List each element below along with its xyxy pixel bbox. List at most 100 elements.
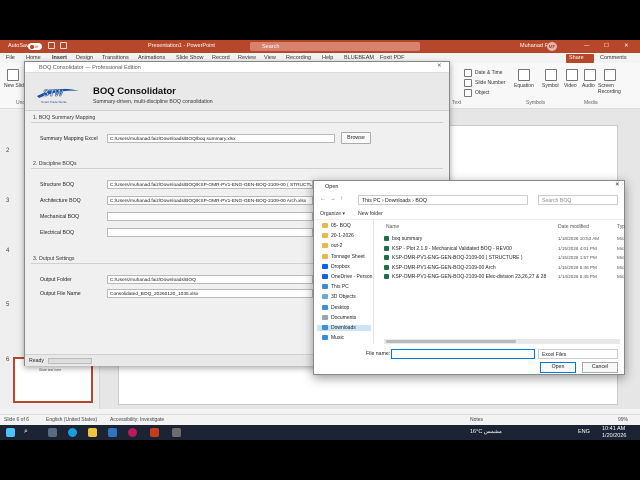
app-icon[interactable] bbox=[172, 428, 181, 437]
file-type-select[interactable]: Excel Files bbox=[538, 349, 618, 359]
maximize-icon[interactable]: ☐ bbox=[604, 43, 609, 49]
nav-item[interactable]: 05- BOQ bbox=[322, 223, 351, 229]
date-time-icon[interactable] bbox=[464, 69, 472, 77]
electrical-boq-field[interactable] bbox=[107, 228, 313, 237]
file-name: KSP-OMR-PV1-ENG-GEN-BOQ-2109-00 Elec-div… bbox=[392, 274, 547, 280]
forward-icon[interactable]: → bbox=[330, 196, 336, 202]
dialog-close-icon[interactable]: ✕ bbox=[615, 182, 620, 188]
windows-start-icon[interactable] bbox=[6, 428, 15, 437]
screen-recording-icon[interactable] bbox=[604, 69, 616, 81]
nav-item[interactable]: Desktop bbox=[322, 304, 349, 311]
nav-item-label: OneDrive - Person bbox=[331, 274, 373, 280]
file-date: 1/14/2026 5:45 PM bbox=[558, 274, 597, 280]
search-icon[interactable]: ⌕ bbox=[24, 428, 28, 436]
horizontal-scrollbar[interactable] bbox=[384, 339, 620, 344]
column-name[interactable]: Name bbox=[386, 224, 399, 230]
audio-icon[interactable] bbox=[584, 69, 596, 81]
mechanical-boq-field[interactable] bbox=[107, 212, 313, 221]
up-icon[interactable]: ↑ bbox=[340, 196, 343, 202]
output-file-field[interactable]: Consolidated_BOQ_20260120_1035.xlsx bbox=[107, 289, 313, 298]
clock-time[interactable]: 10:41 AM bbox=[602, 426, 625, 432]
dialog-command-bar: Organize ▾ New folder bbox=[314, 209, 624, 220]
object-button[interactable]: Object bbox=[475, 90, 489, 96]
nav-item[interactable]: 20-1-2026 bbox=[322, 233, 354, 239]
notes-button[interactable]: Notes bbox=[470, 417, 483, 423]
excel-file-icon bbox=[384, 245, 389, 251]
equation-icon[interactable] bbox=[518, 69, 530, 81]
file-date: 1/15/2026 4:01 PM bbox=[558, 245, 597, 251]
close-icon[interactable]: ✕ bbox=[624, 43, 629, 49]
organize-button[interactable]: Organize ▾ bbox=[320, 211, 345, 217]
file-row[interactable]: KSP-OMR-PV1-ENG-GEN-BOQ-2109-00 Arch bbox=[384, 264, 496, 271]
comments-button[interactable]: Comments bbox=[598, 54, 638, 63]
new-folder-button[interactable]: New folder bbox=[358, 211, 383, 217]
file-row[interactable]: KSP-OMR-PV1-ENG-GEN-BOQ-2109-00 Elec-div… bbox=[384, 274, 546, 280]
language[interactable]: English (United States) bbox=[46, 417, 97, 423]
date-time-button[interactable]: Date & Time bbox=[475, 70, 503, 76]
nav-item[interactable]: OneDrive - Person bbox=[322, 274, 372, 280]
output-folder-label: Output Folder bbox=[40, 277, 72, 283]
video-icon[interactable] bbox=[566, 69, 578, 81]
nav-item[interactable]: 3D Objects bbox=[322, 294, 356, 300]
browse-button[interactable]: Browse bbox=[341, 132, 371, 144]
minimize-icon[interactable]: — bbox=[584, 43, 590, 49]
equation-button[interactable]: Equation bbox=[514, 83, 534, 89]
nav-item[interactable]: Tonnage Sheet bbox=[322, 253, 365, 260]
powerpoint-icon[interactable] bbox=[150, 428, 159, 437]
boq-close-icon[interactable]: ✕ bbox=[437, 63, 442, 69]
slide-number-icon[interactable] bbox=[464, 79, 472, 87]
folder-icon bbox=[322, 304, 328, 310]
new-slide-icon[interactable] bbox=[7, 69, 19, 81]
audio-button[interactable]: Audio bbox=[582, 83, 595, 89]
save-icon[interactable] bbox=[48, 42, 55, 49]
structure-boq-label: Structure BOQ bbox=[40, 182, 75, 188]
video-button[interactable]: Video bbox=[564, 83, 577, 89]
autosave-state: Off bbox=[33, 44, 39, 49]
section-disciplines-title: 2. Discipline BOQs bbox=[33, 161, 77, 167]
dialog-search-input[interactable]: Search BOQ bbox=[538, 195, 618, 205]
symbol-button[interactable]: Symbol bbox=[542, 83, 559, 89]
file-name-input[interactable] bbox=[391, 349, 535, 359]
open-button[interactable]: Open bbox=[540, 362, 576, 373]
nav-item[interactable]: Dropbox bbox=[322, 263, 350, 270]
nav-item[interactable]: This PC bbox=[322, 284, 349, 290]
summary-mapping-field[interactable]: C:/Users/muhanad.faiz/Downloads/BOQ/boq … bbox=[107, 134, 335, 143]
nav-item[interactable]: Music bbox=[322, 335, 344, 341]
file-explorer-icon[interactable] bbox=[88, 428, 97, 437]
accessibility-status[interactable]: Accessibility: Investigate bbox=[110, 417, 164, 423]
avatar[interactable]: MF bbox=[547, 42, 557, 51]
scroll-thumb[interactable] bbox=[386, 340, 516, 343]
column-date[interactable]: Date modified bbox=[558, 224, 589, 230]
column-type[interactable]: Typ bbox=[617, 224, 625, 230]
file-row[interactable]: KSP - Plot 2.1.9 - Mechanical Validated … bbox=[384, 245, 512, 252]
media-icon[interactable] bbox=[128, 428, 137, 437]
nav-item[interactable]: Documents bbox=[322, 314, 356, 321]
cancel-button[interactable]: Cancel bbox=[582, 362, 618, 373]
object-icon[interactable] bbox=[464, 89, 472, 97]
undo-icon[interactable] bbox=[60, 42, 67, 49]
output-folder-field[interactable]: C:/Users/muhanad.faiz/Downloads/BOQ bbox=[107, 275, 313, 284]
weather[interactable]: 16°C مشمس bbox=[470, 429, 502, 435]
task-view-icon[interactable] bbox=[48, 428, 57, 437]
structure-boq-field[interactable]: C:/Users/muhanad.faiz/Downloads/BOQ/KSP-… bbox=[107, 180, 313, 189]
nav-item[interactable]: Downloads bbox=[317, 325, 371, 331]
input-language[interactable]: ENG bbox=[578, 429, 590, 435]
tab-file[interactable]: File bbox=[6, 55, 15, 61]
outlook-icon[interactable] bbox=[108, 428, 117, 437]
zoom-level[interactable]: 99% bbox=[618, 417, 628, 423]
nav-item[interactable]: out-2 bbox=[322, 243, 342, 249]
symbol-icon[interactable] bbox=[545, 69, 557, 81]
edge-icon[interactable] bbox=[68, 428, 77, 437]
file-row[interactable]: KSP-OMR-PV1-ENG-GEN-BOQ-2109-00 ( STRUCT… bbox=[384, 255, 523, 261]
screen-recording-button[interactable]: Screen Recording bbox=[598, 83, 628, 95]
letterbox-top bbox=[0, 0, 640, 40]
share-button[interactable]: Share bbox=[566, 54, 594, 63]
file-row[interactable]: boq summary bbox=[384, 236, 422, 242]
back-icon[interactable]: ← bbox=[320, 196, 326, 202]
architecture-boq-field[interactable]: C:/Users/muhanad.faiz/Downloads/BOQ/KSP-… bbox=[107, 196, 313, 205]
stw-logo: STW Smart Trade Works bbox=[37, 88, 79, 104]
slide-number-button[interactable]: Slide Number bbox=[475, 80, 505, 86]
address-bar[interactable]: This PC › Downloads › BOQ bbox=[358, 195, 528, 205]
clock-date[interactable]: 1/20/2026 bbox=[602, 433, 626, 439]
search-box[interactable]: Search bbox=[250, 42, 420, 51]
